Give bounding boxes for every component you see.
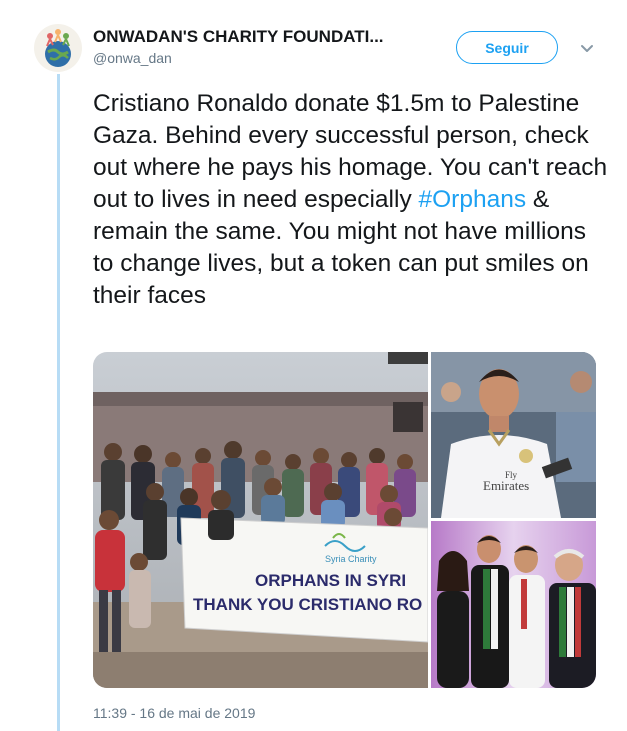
charity-logo-icon bbox=[45, 29, 71, 67]
photo-ronaldo[interactable]: Fly Emirates bbox=[431, 352, 596, 518]
handle[interactable]: @onwa_dan bbox=[93, 50, 172, 66]
media-grid: Syria Charity ORPHANS IN SYRI THANK YOU … bbox=[93, 352, 596, 688]
avatar[interactable] bbox=[34, 24, 82, 72]
shirt-sponsor: Emirates bbox=[483, 478, 529, 493]
photo-group-event[interactable] bbox=[431, 521, 596, 688]
hashtag-link[interactable]: #Orphans bbox=[419, 186, 527, 213]
tweet-text: Cristiano Ronaldo donate $1.5m to Palest… bbox=[93, 88, 613, 312]
thread-line bbox=[57, 74, 60, 731]
display-name[interactable]: ONWADAN'S CHARITY FOUNDATI... bbox=[93, 27, 384, 47]
banner-line-1: ORPHANS IN SYRI bbox=[255, 571, 406, 590]
follow-button[interactable]: Seguir bbox=[456, 31, 558, 64]
tweet-timestamp[interactable]: 11:39 - 16 de mai de 2019 bbox=[93, 705, 255, 721]
chevron-down-icon[interactable] bbox=[578, 40, 596, 58]
banner-brand: Syria Charity bbox=[325, 554, 377, 564]
banner-line-2: THANK YOU CRISTIANO RO bbox=[193, 595, 422, 614]
photo-orphans-banner[interactable]: Syria Charity ORPHANS IN SYRI THANK YOU … bbox=[93, 352, 429, 688]
